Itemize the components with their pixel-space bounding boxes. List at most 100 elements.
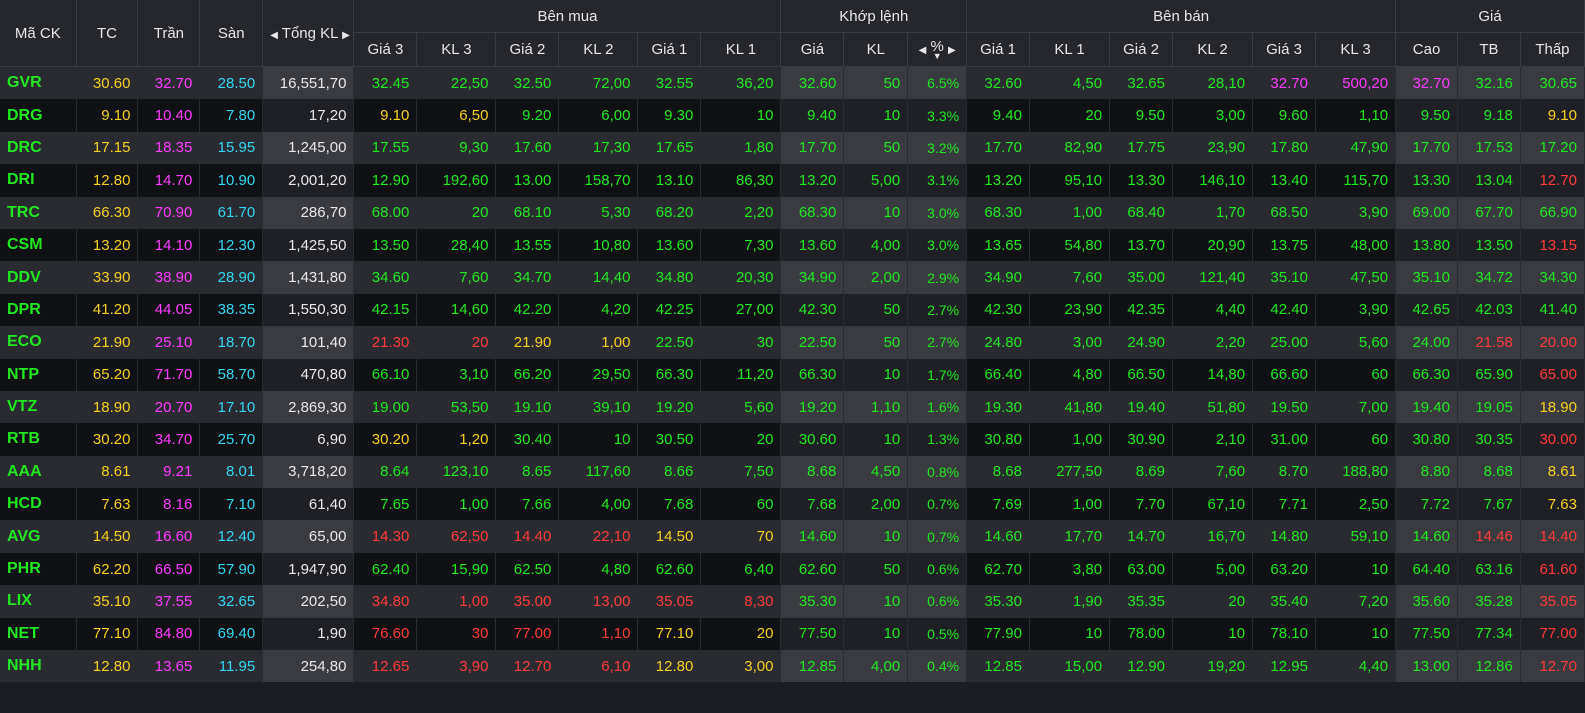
- symbol-cell[interactable]: PHR: [0, 552, 77, 586]
- buy-v3-cell: 53,50: [416, 390, 497, 424]
- ref-price-cell: 66.30: [76, 196, 139, 229]
- scroll-right-arrow-icon[interactable]: ▶: [342, 30, 350, 41]
- col-sell-v3-header[interactable]: KL 3: [1315, 32, 1397, 67]
- symbol-cell[interactable]: TRC: [0, 196, 77, 229]
- col-buy-v2-header[interactable]: KL 2: [558, 32, 639, 67]
- ceil-price-cell: 16.60: [137, 520, 201, 553]
- col-symbol-header[interactable]: Mã CK: [0, 0, 77, 67]
- scroll-left-arrow-icon[interactable]: ◀: [270, 30, 278, 41]
- col-buy-v3-header[interactable]: KL 3: [416, 32, 497, 67]
- table-row[interactable]: CSM 13.20 14.10 12.30 1,425,50 13.50 28,40 13.5…: [0, 228, 1585, 262]
- table-row[interactable]: LIX 35.10 37.55 32.65 202,50 34.80 1,00 35.00 13…: [0, 585, 1585, 618]
- buy-p2-cell: 35.00: [495, 585, 560, 618]
- avg-cell: 9.18: [1457, 99, 1521, 132]
- total-vol-cell: 202,50: [262, 585, 355, 618]
- table-row[interactable]: VTZ 18.90 20.70 17.10 2,869,30 19.00 53,50 19.1…: [0, 390, 1585, 424]
- col-buy-p1-header[interactable]: Giá 1: [637, 32, 702, 67]
- symbol-cell[interactable]: AAA: [0, 455, 77, 489]
- table-row[interactable]: DDV 33.90 38.90 28.90 1,431,80 34.60 7,60 34.70…: [0, 261, 1585, 294]
- buy-v2-cell: 22,10: [558, 520, 639, 553]
- col-ref-header[interactable]: TC: [76, 0, 139, 67]
- table-row[interactable]: RTB 30.20 34.70 25.70 6,90 30.20 1,20 30.40 10 30…: [0, 423, 1585, 456]
- col-sell-p2-header[interactable]: Giá 2: [1109, 32, 1173, 67]
- sell-v1-cell: 23,90: [1029, 293, 1111, 327]
- table-row[interactable]: HCD 7.63 8.16 7.10 61,40 7.65 1,00 7.66 4,00 7.68…: [0, 488, 1585, 521]
- col-total-vol-header[interactable]: ◀ Tổng KL ▶: [262, 0, 355, 67]
- ref-price-cell: 33.90: [76, 261, 139, 294]
- buy-v2-cell: 39,10: [558, 390, 639, 424]
- table-row[interactable]: AAA 8.61 9.21 8.01 3,718,20 8.64 123,10 8.65 117…: [0, 455, 1585, 489]
- buy-v2-cell: 14,40: [558, 261, 639, 294]
- col-avg-header[interactable]: TB: [1457, 32, 1521, 67]
- symbol-cell[interactable]: AVG: [0, 520, 77, 553]
- symbol-cell[interactable]: DRC: [0, 131, 77, 165]
- symbol-cell[interactable]: DRI: [0, 164, 77, 197]
- col-sell-p3-header[interactable]: Giá 3: [1252, 32, 1316, 67]
- buy-p1-cell: 32.55: [637, 66, 702, 100]
- floor-price-cell: 57.90: [199, 552, 264, 586]
- avg-cell: 77.34: [1457, 617, 1521, 651]
- col-ceil-header[interactable]: Trần: [137, 0, 201, 67]
- floor-price-cell: 15.95: [199, 131, 264, 165]
- symbol-cell[interactable]: RTB: [0, 423, 77, 456]
- ceil-price-cell: 20.70: [137, 390, 201, 424]
- low-cell: 30.00: [1520, 423, 1585, 456]
- high-cell: 24.00: [1395, 326, 1458, 359]
- pct-right-arrow-icon[interactable]: ▶: [948, 45, 956, 56]
- match-pct-cell: 0.8%: [907, 455, 968, 489]
- symbol-cell[interactable]: CSM: [0, 228, 77, 262]
- buy-v3-cell: 20: [416, 196, 497, 229]
- symbol-cell[interactable]: DRG: [0, 99, 77, 132]
- symbol-cell[interactable]: NET: [0, 617, 77, 651]
- col-sell-v1-header[interactable]: KL 1: [1029, 32, 1111, 67]
- table-row[interactable]: NHH 12.80 13.65 11.95 254,80 12.65 3,90 12.70 6,…: [0, 650, 1585, 683]
- table-row[interactable]: NTP 65.20 71.70 58.70 470,80 66.10 3,10 66.20 29…: [0, 358, 1585, 391]
- sell-v3-cell: 1,10: [1315, 99, 1397, 132]
- sell-p3-cell: 68.50: [1252, 196, 1316, 229]
- symbol-cell[interactable]: LIX: [0, 585, 77, 618]
- symbol-cell[interactable]: DPR: [0, 293, 77, 327]
- table-row[interactable]: TRC 66.30 70.90 61.70 286,70 68.00 20 68.10 5,30…: [0, 196, 1585, 229]
- table-row[interactable]: DRG 9.10 10.40 7.80 17,20 9.10 6,50 9.20 6,00 9.3…: [0, 99, 1585, 132]
- table-row[interactable]: DRC 17.15 18.35 15.95 1,245,00 17.55 9,30 17.60…: [0, 131, 1585, 165]
- col-match-price-header[interactable]: Giá: [780, 32, 845, 67]
- symbol-cell[interactable]: HCD: [0, 488, 77, 521]
- table-row[interactable]: NET 77.10 84.80 69.40 1,90 76.60 30 77.00 1,10 77…: [0, 617, 1585, 651]
- buy-v1-cell: 5,60: [700, 390, 782, 424]
- col-buy-p2-header[interactable]: Giá 2: [495, 32, 560, 67]
- pct-left-arrow-icon[interactable]: ◀: [919, 45, 927, 56]
- ceil-price-cell: 14.70: [137, 164, 201, 197]
- table-row[interactable]: ECO 21.90 25.10 18.70 101,40 21.30 20 21.90 1,00…: [0, 326, 1585, 359]
- table-row[interactable]: GVR 30.60 32.70 28.50 16,551,70 32.45 22,50 32.…: [0, 66, 1585, 100]
- col-buy-p3-header[interactable]: Giá 3: [353, 32, 418, 67]
- buy-p2-cell: 77.00: [495, 617, 560, 651]
- buy-v3-cell: 1,00: [416, 488, 497, 521]
- table-row[interactable]: PHR 62.20 66.50 57.90 1,947,90 62.40 15,90 62.5…: [0, 552, 1585, 586]
- table-row[interactable]: AVG 14.50 16.60 12.40 65,00 14.30 62,50 14.40 22…: [0, 520, 1585, 553]
- symbol-cell[interactable]: NTP: [0, 358, 77, 391]
- col-high-header[interactable]: Cao: [1395, 32, 1458, 67]
- floor-price-cell: 7.80: [199, 99, 264, 132]
- col-sell-v2-header[interactable]: KL 2: [1172, 32, 1254, 67]
- symbol-cell[interactable]: ECO: [0, 326, 77, 359]
- col-low-header[interactable]: Thấp: [1520, 32, 1585, 67]
- buy-side-group-header: Bên mua: [353, 0, 782, 33]
- buy-p1-cell: 77.10: [637, 617, 702, 651]
- symbol-cell[interactable]: NHH: [0, 650, 77, 683]
- col-match-pct-header[interactable]: ◀ % ▼ ▶: [907, 32, 968, 67]
- symbol-cell[interactable]: DDV: [0, 261, 77, 294]
- sell-p1-cell: 13.20: [966, 164, 1030, 197]
- col-buy-v1-header[interactable]: KL 1: [700, 32, 782, 67]
- sell-v3-cell: 60: [1315, 358, 1397, 391]
- buy-p2-cell: 42.20: [495, 293, 560, 327]
- symbol-cell[interactable]: VTZ: [0, 390, 77, 424]
- symbol-cell[interactable]: GVR: [0, 66, 77, 100]
- col-floor-header[interactable]: Sàn: [199, 0, 264, 67]
- table-row[interactable]: DPR 41.20 44.05 38.35 1,550,30 42.15 14,60 42.2…: [0, 293, 1585, 327]
- low-cell: 14.40: [1520, 520, 1585, 553]
- table-row[interactable]: DRI 12.80 14.70 10.90 2,001,20 12.90 192,60 13.…: [0, 164, 1585, 197]
- sell-v2-cell: 2,20: [1172, 326, 1254, 359]
- col-match-vol-header[interactable]: KL: [843, 32, 909, 67]
- total-vol-cell: 2,869,30: [262, 390, 355, 424]
- col-sell-p1-header[interactable]: Giá 1: [966, 32, 1030, 67]
